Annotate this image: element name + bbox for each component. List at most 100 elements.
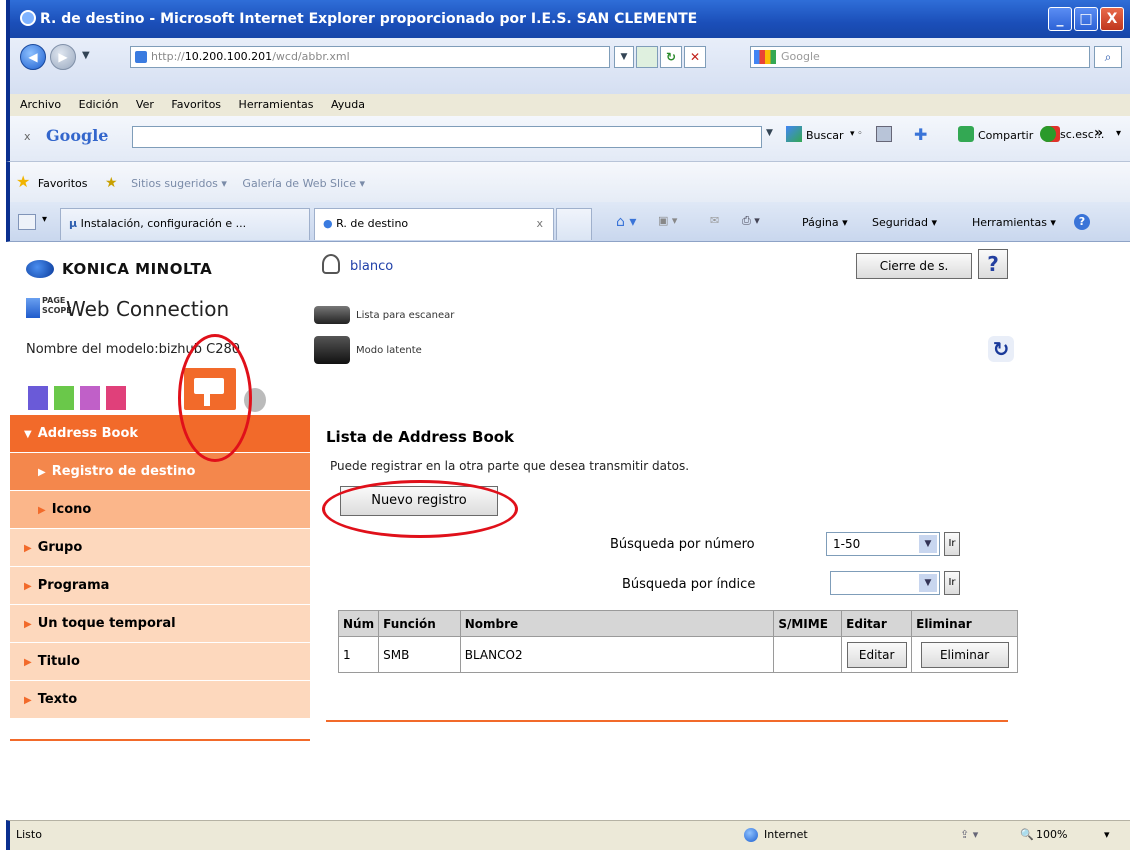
page-menu-icon[interactable] [876,126,892,142]
mail-icon[interactable]: ✉ [710,214,719,227]
fax-mode-icon[interactable] [104,384,128,412]
google-search-icon2 [786,126,802,142]
page-heading: Lista de Address Book [326,428,515,446]
globe-icon [744,828,758,842]
sidebar-item-titulo[interactable]: ▶ Titulo [10,643,310,681]
history-dropdown-icon[interactable]: ▼ [82,50,90,61]
cell-num: 1 [337,636,380,673]
url-prefix: http:// [151,50,185,63]
menu-ver[interactable]: Ver [136,98,154,111]
tab-label: R. de destino [336,217,409,230]
logout-button[interactable]: Cierre de s. [856,253,972,279]
zoom-icon[interactable]: 🔍 [1020,821,1034,849]
tab-r-de-destino[interactable]: ● R. de destino x [314,208,554,240]
sidebar-item-texto[interactable]: ▶ Texto [10,681,310,719]
go-index-button[interactable]: Ir [944,571,960,595]
page-icon [135,51,147,63]
sidebar-item-address-book[interactable]: ▼ Address Book [10,415,310,453]
close-button[interactable]: X [1100,7,1124,31]
refresh-page-icon[interactable]: ↻ [988,336,1014,362]
tools-menu[interactable]: Herramientas ▾ [972,216,1056,229]
konica-logo-icon [26,260,54,278]
cell-funcion: SMB [378,636,461,673]
search-input[interactable]: Google [750,46,1090,68]
search-go-icon[interactable]: ⌕ [1094,46,1122,68]
search-index-label: Búsqueda por índice [622,577,756,592]
close-tab-icon[interactable]: x [536,209,543,239]
annotation-circle-scan [178,334,252,462]
favorites-star-icon[interactable]: ★ [16,172,30,191]
sidebar-item-label: Un toque temporal [37,616,176,631]
favorites-bar: ★ Favoritos ★ Sitios sugeridos ▾ Galería… [6,162,1130,202]
url-input[interactable]: http://10.200.100.201/wcd/abbr.xml [130,46,610,68]
web-slice-link[interactable]: Galería de Web Slice ▾ [242,177,365,190]
plus-icon[interactable]: ✚ [914,125,927,144]
user-name: blanco [350,259,394,274]
sidebar-item-label: Registro de destino [51,464,196,479]
zoom-dropdown-icon[interactable]: ▾ [1104,821,1110,849]
sidebar-item-label: Texto [37,692,78,707]
back-button[interactable]: ◀ [20,44,46,70]
add-favorite-icon[interactable]: ★ [105,175,118,191]
menu-herramientas[interactable]: Herramientas [239,98,314,111]
minimize-button[interactable]: _ [1048,7,1072,31]
help-button[interactable]: ? [978,249,1008,279]
tab-list-icon[interactable]: ▾ [42,214,47,225]
search-index-select[interactable]: ▼ [830,571,940,595]
feeds-icon[interactable]: ▣ ▾ [658,214,677,227]
arrow-icon: ▶ [24,657,32,668]
job-mode-icon[interactable] [26,384,50,412]
quick-tabs-icon[interactable] [18,214,36,230]
col-smime-header: S/MIME [773,610,843,637]
maximize-button[interactable]: □ [1074,7,1098,31]
google-search-input[interactable] [132,126,762,148]
account-label[interactable]: sc.esc... [1060,128,1104,141]
sidebar-item-grupo[interactable]: ▶ Grupo [10,529,310,567]
print-icon[interactable]: ⎙ ▾ [742,214,760,228]
print-mode-icon[interactable] [78,384,102,412]
menu-favoritos[interactable]: Favoritos [171,98,221,111]
buscar-dropdown-icon[interactable]: ▾ ◦ [850,129,863,139]
menu-edicion[interactable]: Edición [79,98,119,111]
sitios-sugeridos-link[interactable]: Sitios sugeridos ▾ [131,177,227,190]
help-icon[interactable]: ? [1074,214,1090,230]
box-mode-icon[interactable] [52,384,76,412]
stop-icon[interactable]: ✕ [684,46,706,68]
search-number-select[interactable]: 1-50 ▼ [826,532,940,556]
sidebar-item-programa[interactable]: ▶ Programa [10,567,310,605]
scan-status: Lista para escanear [356,310,455,321]
col-eliminar-header: Eliminar [911,610,1018,637]
google-dropdown-icon[interactable]: ▼ [766,128,773,138]
home-icon[interactable]: ⌂ ▾ [616,214,636,230]
favorites-button[interactable]: Favoritos [38,177,88,190]
sidebar-item-un-toque-temporal[interactable]: ▶ Un toque temporal [10,605,310,643]
protected-mode-icon[interactable]: ⇪ ▾ [960,821,978,849]
edit-button[interactable]: Editar [846,641,907,668]
compat-view-icon[interactable] [636,46,658,68]
url-dropdown-icon[interactable]: ▼ [614,46,634,68]
google-toolbar: x Google ▼ Buscar ▾ ◦ ✚ Compartir » [6,116,1130,162]
new-tab-button[interactable] [556,208,592,240]
delete-button[interactable]: Eliminar [920,641,1009,668]
zoom-level[interactable]: 100% [1036,821,1067,849]
main-menu-icon [836,390,860,408]
main-menu-link[interactable]: Al menú principal [870,390,1008,406]
tab-instalacion[interactable]: µ Instalación, configuración e ... [60,208,310,240]
cell-eliminar: Eliminar [911,636,1018,673]
refresh-icon[interactable]: ↻ [660,46,682,68]
compartir-button[interactable]: Compartir [978,129,1033,142]
account-dropdown-icon[interactable]: ▾ [1116,128,1121,139]
account-icon[interactable] [1040,126,1056,142]
cell-smime [773,636,843,673]
go-number-button[interactable]: Ir [944,532,960,556]
security-menu[interactable]: Seguridad ▾ [872,216,937,229]
menu-archivo[interactable]: Archivo [20,98,61,111]
sidebar-item-icono[interactable]: ▶ Icono [10,491,310,529]
buscar-button[interactable]: Buscar [806,129,844,142]
page-menu[interactable]: Página ▾ [802,216,848,229]
close-toolbar-icon[interactable]: x [24,130,31,143]
forward-button[interactable]: ▶ [50,44,76,70]
menu-ayuda[interactable]: Ayuda [331,98,365,111]
sidebar-item-registro-de-destino[interactable]: ▶ Registro de destino [10,453,310,491]
tab-ie-icon: ● [323,217,333,230]
